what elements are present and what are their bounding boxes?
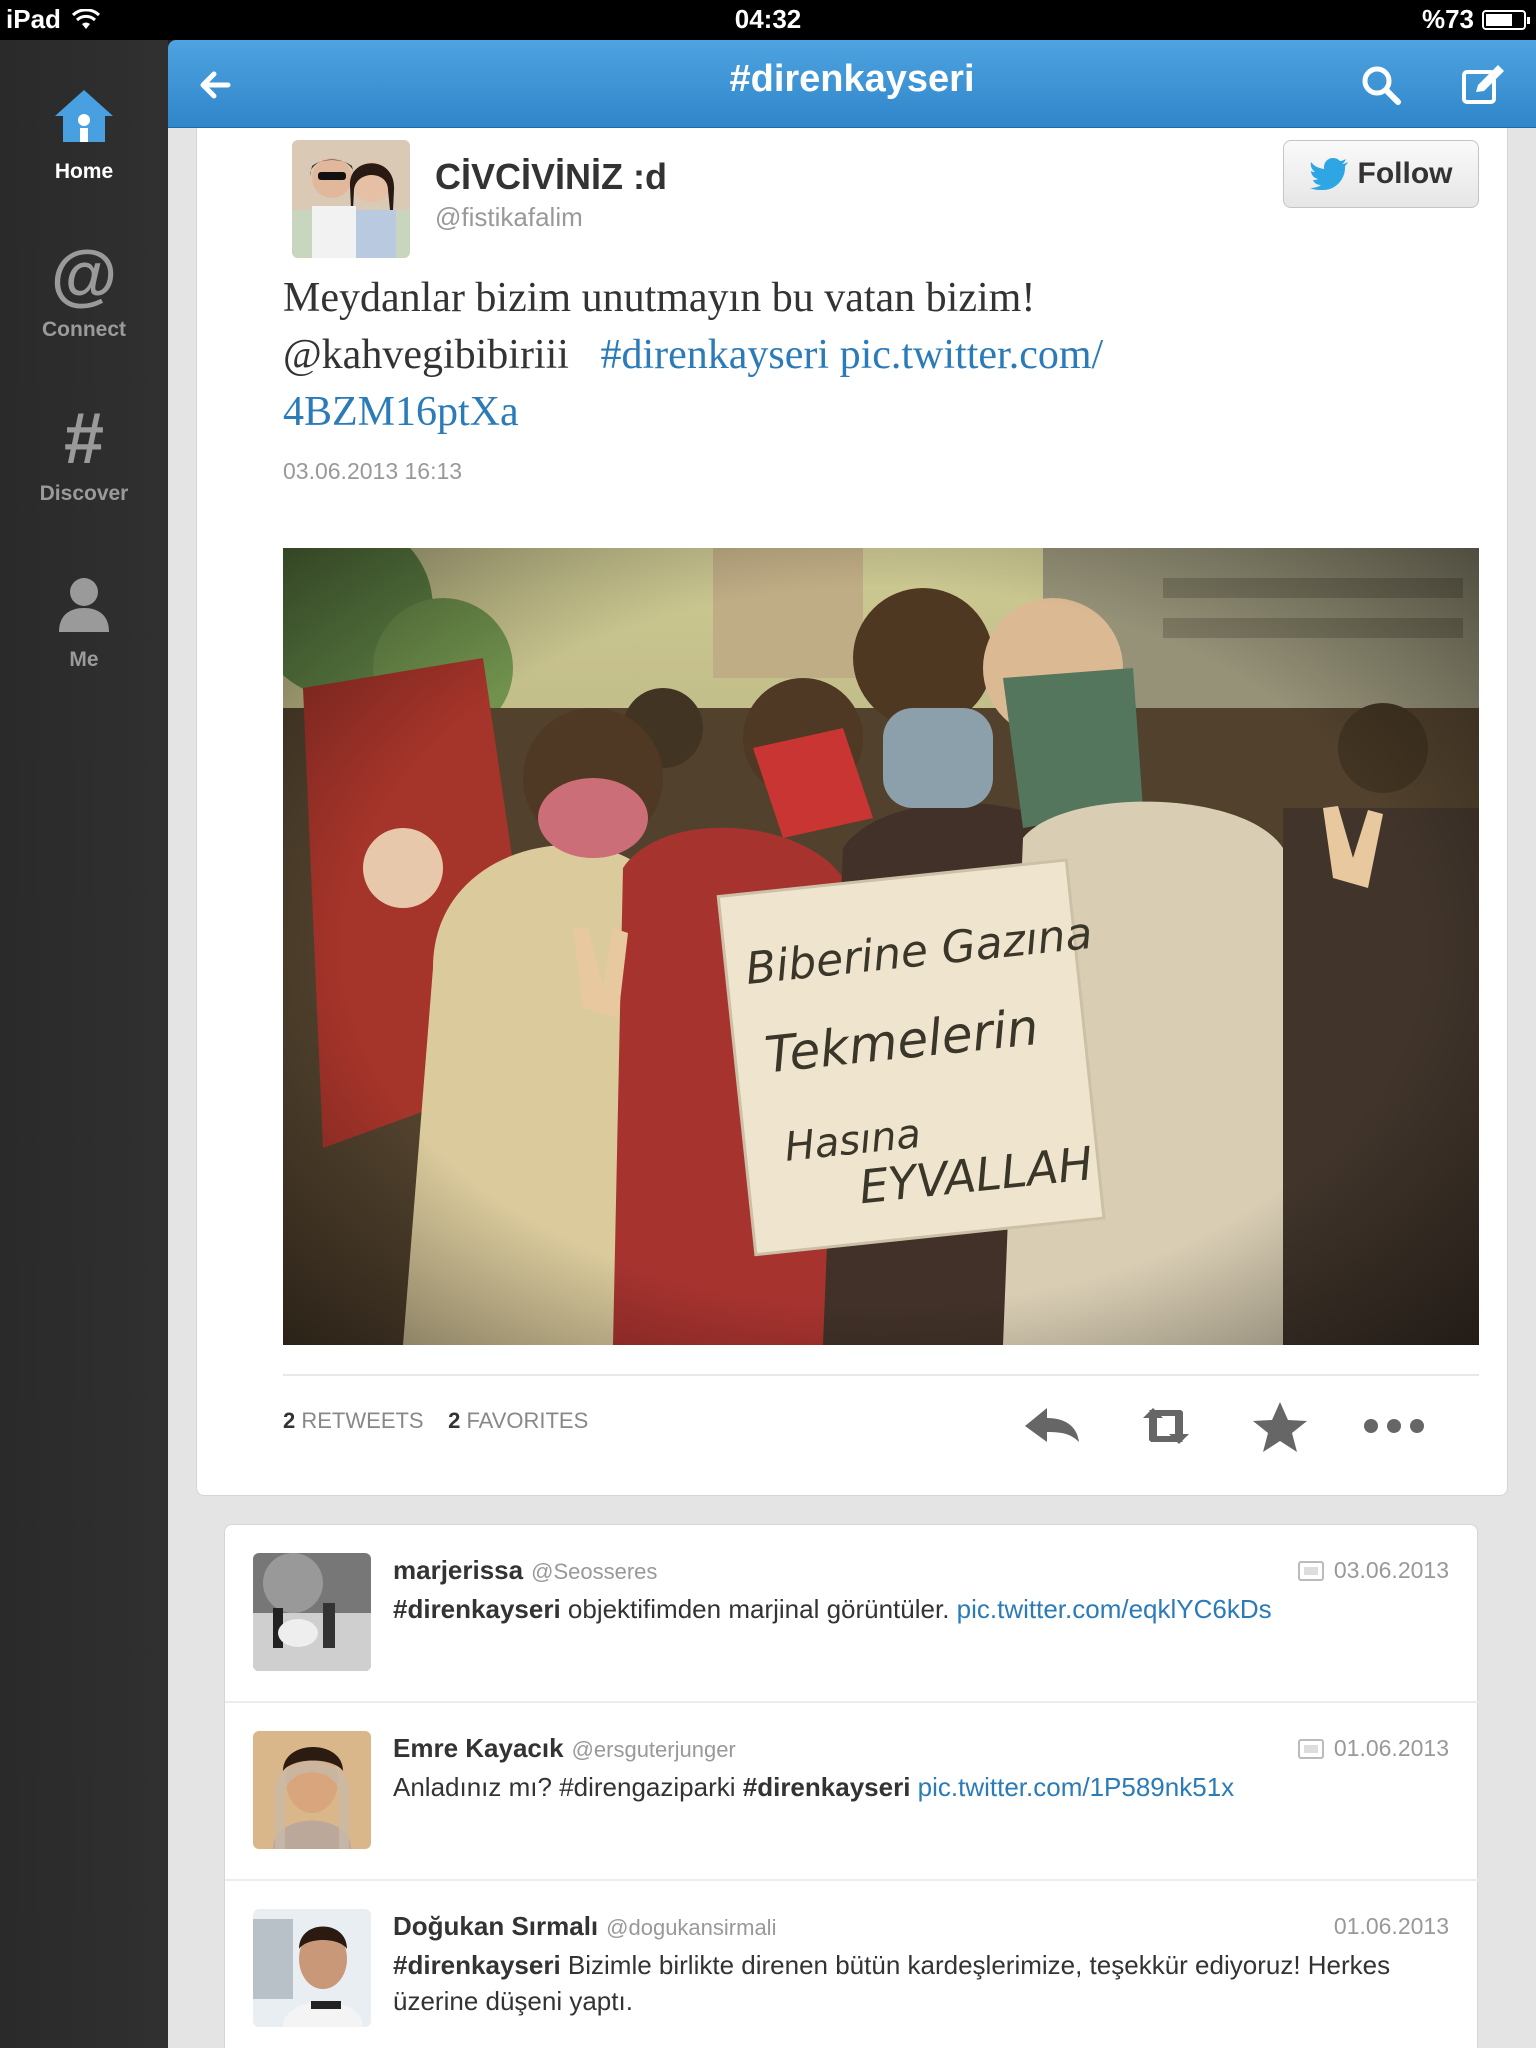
media-icon (1297, 1738, 1324, 1759)
divider (283, 1374, 1479, 1376)
tweet-photo[interactable]: Biberine Gazına Tekmelerin Hasına EYVALL… (283, 548, 1479, 1345)
user-name[interactable]: marjerissa (393, 1555, 523, 1585)
tweet-text-prefix: Anladınız mı? #direngaziparki (393, 1772, 743, 1802)
battery-fill (1486, 13, 1513, 26)
sidebar-item-label: Me (69, 648, 99, 671)
list-item[interactable]: Emre Kayacık @ersguterjunger 01.06.2013 A… (225, 1703, 1479, 1881)
pic-link[interactable]: pic.twitter.com/1P589nk51x (918, 1772, 1235, 1802)
avatar[interactable] (253, 1553, 371, 1671)
tweet-text-main: Meydanlar bizim unutmayın bu vatan bizim… (283, 275, 1036, 321)
user-name[interactable]: Doğukan Sırmalı (393, 1911, 598, 1941)
follow-label: Follow (1357, 157, 1453, 190)
sidebar-item-label: Connect (42, 318, 126, 341)
avatar[interactable] (253, 1909, 371, 2027)
tweet-body: Anladınız mı? #direngaziparki #direnkays… (393, 1769, 1433, 1805)
home-icon (55, 90, 113, 142)
tweet-date: 01.06.2013 (1333, 1913, 1449, 1939)
favorites-count: 2 (448, 1408, 461, 1433)
hashtag[interactable]: #direnkayseri (393, 1594, 561, 1624)
follow-button[interactable]: Follow (1283, 140, 1479, 208)
tweet-pic-link-part2[interactable]: 4BZM16ptXa (283, 389, 519, 435)
twitter-bird-icon (1309, 158, 1348, 190)
hashtag[interactable]: #direnkayseri (393, 1950, 561, 1980)
media-icon (1297, 1560, 1324, 1581)
favorite-star-icon[interactable] (1245, 1396, 1315, 1456)
retweet-icon[interactable] (1131, 1396, 1201, 1456)
tweet-handle: @fistikafalim (435, 202, 583, 232)
tweet-body: #direnkayseri objektifimden marjinal gör… (393, 1591, 1433, 1627)
tweet-date: 03.06.2013 (1333, 1557, 1449, 1583)
status-bar: iPad 04:32 %73 (0, 0, 1536, 40)
battery-icon (1482, 9, 1530, 30)
sidebar-item-discover[interactable]: # Discover (0, 399, 168, 506)
tweet-body: #direnkayseri Bizimle birlikte direnen b… (393, 1947, 1433, 2019)
pic-link[interactable]: pic.twitter.com/eqklYC6kDs (957, 1594, 1272, 1624)
tweet-text: objektifimden marjinal görüntüler. (560, 1594, 957, 1624)
tweet-timestamp: 03.06.2013 16:13 (283, 458, 463, 484)
main-content: CİVCİVİNİZ :d @fistikafalim Follow Meyda… (168, 128, 1536, 2048)
sidebar-item-label: Discover (39, 482, 129, 505)
tweet-date: 01.06.2013 (1333, 1735, 1449, 1761)
compose-icon[interactable] (1458, 60, 1508, 110)
sidebar-item-label: Home (54, 160, 114, 183)
battery-percent: %73 (1421, 4, 1474, 34)
hashtag[interactable]: #direnkayseri (743, 1772, 911, 1802)
top-navigation-bar: #direnkayseri (168, 40, 1536, 128)
tweet-display-name[interactable]: CİVCİVİNİZ :d (435, 156, 667, 198)
tweet-hashtag-link[interactable]: #direnkayseri (600, 332, 829, 378)
sidebar-item-me[interactable]: Me (0, 570, 168, 672)
person-icon (59, 578, 109, 632)
page-title: #direnkayseri (729, 58, 975, 100)
tweet-stats[interactable]: 2 RETWEETS 2 FAVORITES (283, 1408, 588, 1434)
user-handle: @Seosseres (531, 1559, 658, 1584)
user-handle: @ersguterjunger (571, 1737, 736, 1762)
tweet-mention[interactable]: @kahvegibibiriii (283, 332, 569, 378)
tweet-text (910, 1772, 917, 1802)
hash-icon: # (63, 399, 105, 479)
user-name[interactable]: Emre Kayacık (393, 1733, 564, 1763)
sidebar-item-home[interactable]: Home (0, 82, 168, 184)
retweets-label: RETWEETS (301, 1408, 424, 1433)
reply-icon[interactable] (1017, 1396, 1087, 1456)
tweet-list: marjerissa @Seosseres 03.06.2013 #direnka… (224, 1524, 1479, 2048)
search-icon[interactable] (1356, 60, 1406, 110)
list-item[interactable]: Doğukan Sırmalı @dogukansirmali 01.06.201… (225, 1881, 1479, 2048)
tweet-detail-card: CİVCİVİNİZ :d @fistikafalim Follow Meyda… (196, 128, 1508, 1496)
retweets-count: 2 (283, 1408, 296, 1433)
at-icon: @ (50, 237, 118, 313)
avatar[interactable] (292, 140, 410, 258)
list-item[interactable]: marjerissa @Seosseres 03.06.2013 #direnka… (225, 1525, 1479, 1703)
tweet-pic-link-part1[interactable]: pic.twitter.com/ (840, 332, 1104, 378)
sidebar-item-connect[interactable]: @ Connect (0, 240, 168, 342)
user-handle: @dogukansirmali (606, 1915, 777, 1940)
tweet-text: Meydanlar bizim unutmayın bu vatan bizim… (283, 270, 1383, 441)
avatar[interactable] (253, 1731, 371, 1849)
status-time: 04:32 (734, 4, 802, 34)
sidebar: Home @ Connect # Discover Me (0, 40, 168, 2048)
favorites-label: FAVORITES (466, 1408, 589, 1433)
more-options-icon[interactable] (1359, 1396, 1429, 1456)
